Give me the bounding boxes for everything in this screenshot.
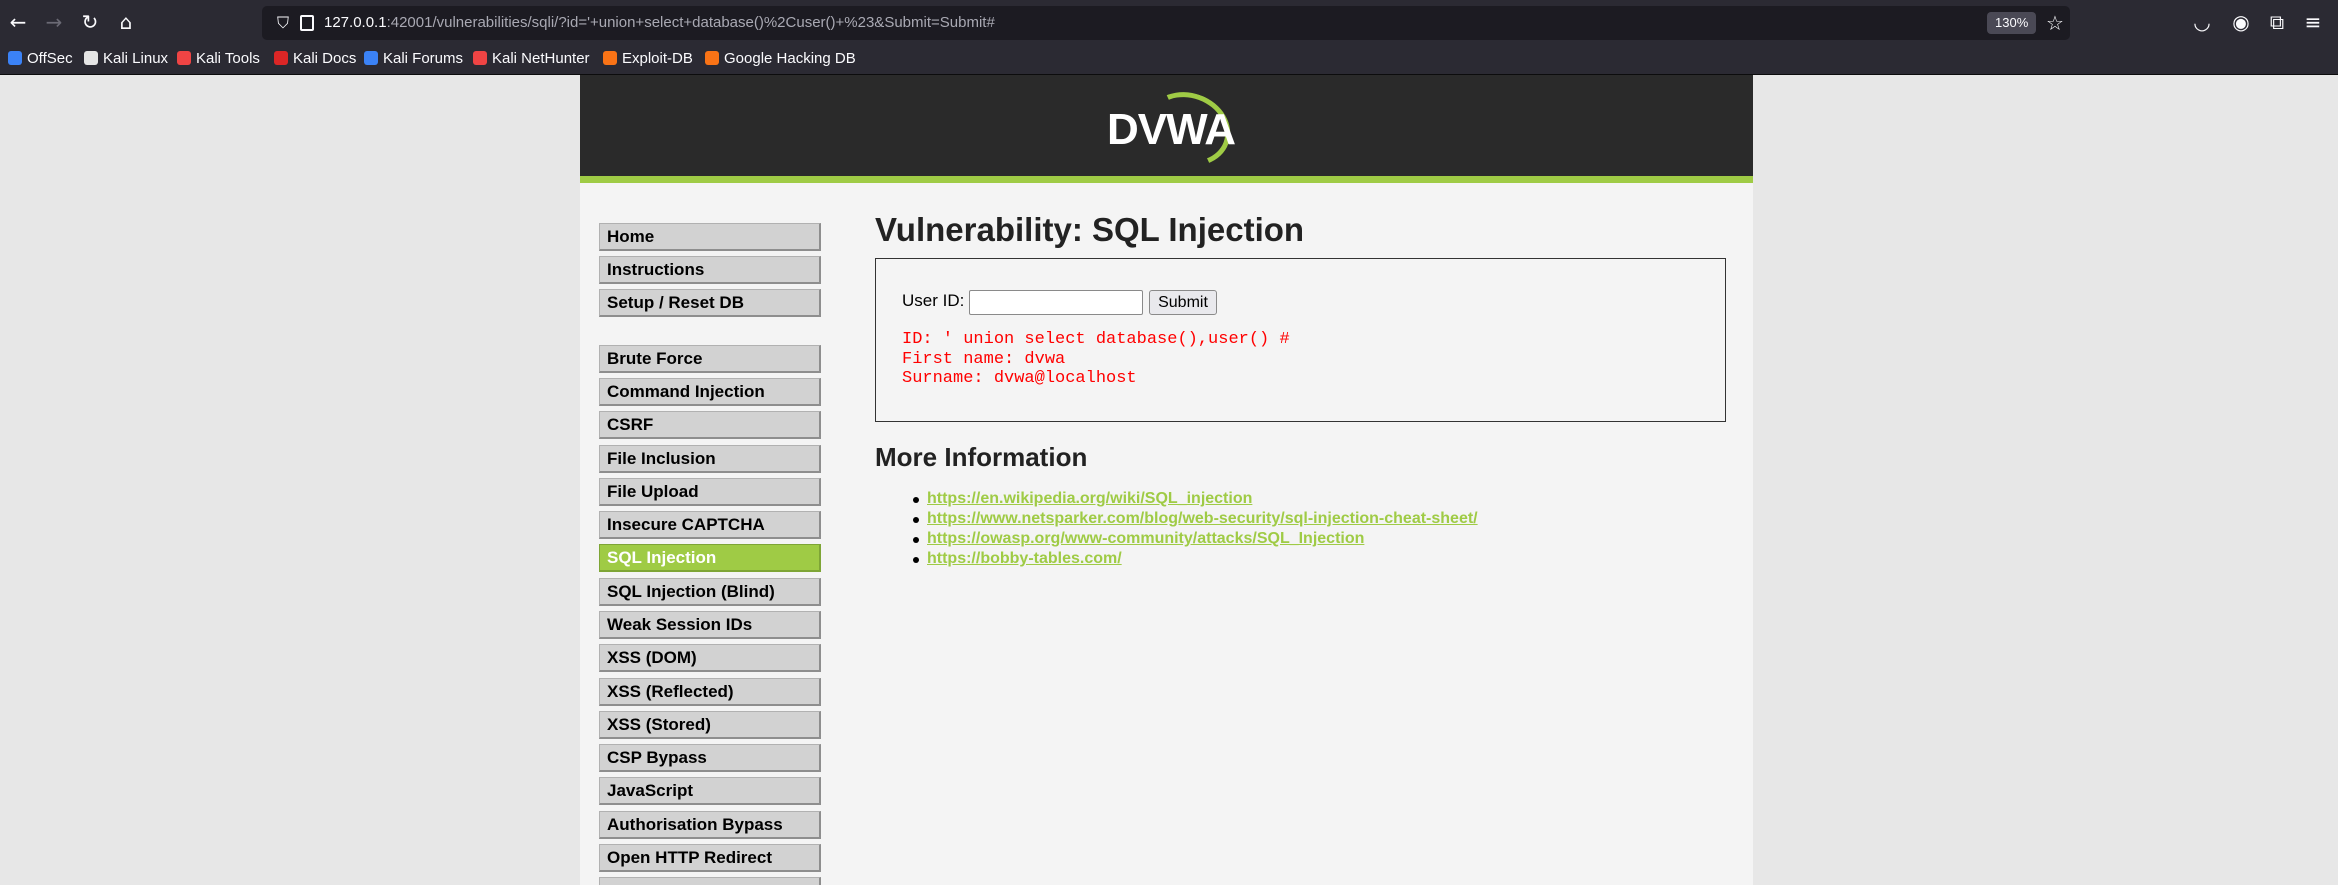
menu-item-xss-reflected[interactable]: XSS (Reflected) [599, 678, 821, 706]
menu-item-insecure-captcha[interactable]: Insecure CAPTCHA [599, 511, 821, 539]
menu-item-sql-injection[interactable]: SQL Injection [599, 544, 821, 572]
dvwa-page: DVWA Home Instructions Setup / Reset DB … [580, 75, 1753, 885]
page-title: Vulnerability: SQL Injection [875, 211, 1305, 248]
bookmark-kali-forums[interactable]: Kali Forums [364, 48, 463, 70]
menu-item-brute-force[interactable]: Brute Force [599, 345, 821, 373]
bullet [913, 517, 919, 523]
result-surname-line: Surname: dvwa@localhost [902, 369, 1137, 388]
google-hacking-db-icon [705, 51, 719, 65]
logo-text: DVWA [1107, 105, 1236, 154]
menu-item-sql-injection-blind[interactable]: SQL Injection (Blind) [599, 578, 821, 606]
menu-item-xss-stored[interactable]: XSS (Stored) [599, 711, 821, 739]
menu-item-file-inclusion[interactable]: File Inclusion [599, 445, 821, 473]
menu-item-file-upload[interactable]: File Upload [599, 478, 821, 506]
bookmark-kali-nethunter[interactable]: Kali NetHunter [473, 48, 590, 70]
bullet [913, 557, 919, 563]
bullet [913, 497, 919, 503]
back-icon[interactable]: ← [4, 8, 32, 36]
menu-item-instructions[interactable]: Instructions [599, 256, 821, 284]
menu-item-weak-session-ids[interactable]: Weak Session IDs [599, 611, 821, 639]
bookmark-kali-tools[interactable]: Kali Tools [177, 48, 260, 70]
menu-item-javascript[interactable]: JavaScript [599, 777, 821, 805]
account-icon[interactable]: ◉ [2227, 8, 2255, 36]
bullet [913, 537, 919, 543]
url-text[interactable]: 127.0.0.1:42001/vulnerabilities/sqli/?id… [324, 13, 995, 33]
bookmark-label: Kali NetHunter [492, 50, 590, 67]
submit-button[interactable]: Submit [1149, 290, 1217, 315]
user-id-input[interactable] [969, 290, 1143, 315]
vulnerability-box: User ID: Submit ID: ' union select datab… [875, 258, 1726, 422]
user-id-label: User ID: [902, 291, 965, 310]
menu-item-setup-reset-db[interactable]: Setup / Reset DB [599, 289, 821, 317]
bookmark-label: Exploit-DB [622, 50, 693, 67]
bookmark-kali-docs[interactable]: Kali Docs [274, 48, 356, 70]
shield-icon[interactable]: ⛉ [272, 11, 294, 35]
menu-item-open-http-redirect[interactable]: Open HTTP Redirect [599, 844, 821, 872]
url-bar[interactable]: ⛉ 127.0.0.1:42001/vulnerabilities/sqli/?… [262, 6, 2070, 40]
pocket-icon[interactable]: ◡ [2188, 8, 2216, 36]
bookmark-offsec[interactable]: OffSec [8, 48, 73, 70]
kali-forums-icon [364, 51, 378, 65]
kali-linux-icon [84, 51, 98, 65]
bookmark-google-hacking-db[interactable]: Google Hacking DB [705, 48, 856, 70]
forward-icon[interactable]: → [40, 8, 68, 36]
link-netsparker[interactable]: https://www.netsparker.com/blog/web-secu… [927, 510, 1478, 528]
result-firstname-line: First name: dvwa [902, 349, 1066, 369]
bookmark-exploit-db[interactable]: Exploit-DB [603, 48, 693, 70]
query-result: ID: ' union select database(),user() # Fi… [902, 330, 1290, 389]
dvwa-logo: DVWA [1097, 80, 1241, 178]
bookmark-kali-linux[interactable]: Kali Linux [84, 48, 168, 70]
zoom-indicator[interactable]: 130% [1987, 12, 2037, 34]
url-host: 127.0.0.1 [324, 14, 387, 31]
menu-item-partial[interactable] [599, 877, 821, 885]
menu-item-csp-bypass[interactable]: CSP Bypass [599, 744, 821, 772]
link-bobby-tables[interactable]: https://bobby-tables.com/ [927, 550, 1122, 568]
bookmark-label: Google Hacking DB [724, 50, 856, 67]
link-wikipedia[interactable]: https://en.wikipedia.org/wiki/SQL_inject… [927, 490, 1252, 508]
page-info-icon[interactable] [300, 15, 314, 31]
reload-icon[interactable]: ↻ [76, 8, 104, 36]
result-id-line: ID: ' union select database(),user() # [902, 330, 1290, 349]
menu-item-command-injection[interactable]: Command Injection [599, 378, 821, 406]
exploit-db-icon [603, 51, 617, 65]
menu-item-csrf[interactable]: CSRF [599, 411, 821, 439]
bookmark-star-icon[interactable]: ☆ [2042, 9, 2068, 37]
kali-nethunter-icon [473, 51, 487, 65]
bookmark-label: Kali Docs [293, 50, 357, 67]
bookmark-label: OffSec [27, 50, 73, 67]
browser-toolbar: ← → ↻ ⌂ ⛉ 127.0.0.1:42001/vulnerabilitie… [0, 0, 2338, 44]
menu-item-xss-dom[interactable]: XSS (DOM) [599, 644, 821, 672]
bookmark-label: Kali Forums [383, 50, 464, 67]
home-icon[interactable]: ⌂ [112, 8, 140, 36]
link-owasp[interactable]: https://owasp.org/www-community/attacks/… [927, 530, 1364, 548]
page-header: DVWA [580, 75, 1753, 183]
kali-docs-icon [274, 51, 288, 65]
offsec-icon [8, 51, 22, 65]
bookmarks-bar: OffSec Kali Linux Kali Tools Kali Docs K… [0, 44, 2338, 75]
extensions-icon[interactable]: ⧉ [2263, 8, 2291, 36]
kali-tools-icon [177, 51, 191, 65]
more-information-heading: More Information [875, 442, 1088, 472]
menu-item-home[interactable]: Home [599, 223, 821, 251]
bookmark-label: Kali Tools [196, 50, 260, 67]
menu-item-authorisation-bypass[interactable]: Authorisation Bypass [599, 811, 821, 839]
bookmark-label: Kali Linux [103, 50, 169, 67]
menu-icon[interactable]: ≡ [2299, 8, 2327, 36]
url-path: :42001/vulnerabilities/sqli/?id='+union+… [386, 14, 995, 31]
